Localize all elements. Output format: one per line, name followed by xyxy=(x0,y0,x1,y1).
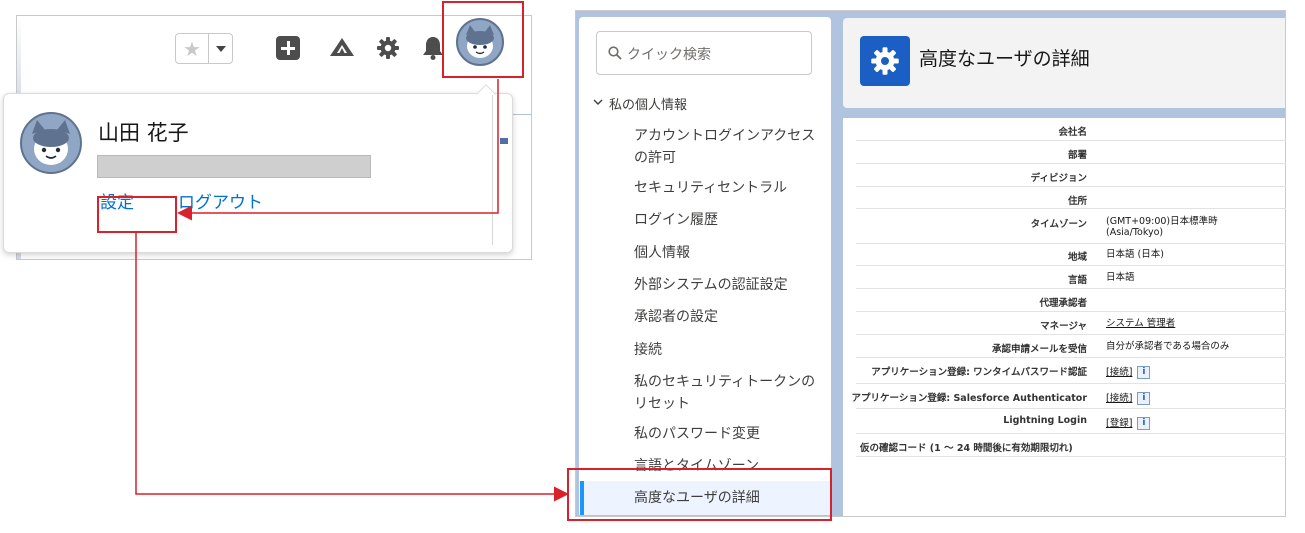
user-name: 山田 花子 xyxy=(98,121,189,145)
trailhead-button[interactable] xyxy=(328,34,356,62)
sidebar-item-external-auth[interactable]: 外部システムの認証設定 xyxy=(634,274,824,296)
connect-authenticator-link[interactable]: [接続] xyxy=(1106,393,1132,404)
label-timezone: タイムゾーン xyxy=(1030,219,1087,230)
card-scrollbar[interactable] xyxy=(492,95,510,245)
value-app-authenticator: [接続] i xyxy=(1106,392,1151,405)
advanced-details-highlight-frame xyxy=(567,468,832,521)
label-manager: マネージャ xyxy=(1040,321,1087,332)
label-delegated-approver: 代理承認者 xyxy=(1039,298,1087,309)
search-placeholder: クイック検索 xyxy=(627,47,711,63)
page-title: 高度なユーザの詳細 xyxy=(919,48,1090,70)
sidebar-item-login-access[interactable]: アカウントログインアクセスの許可 xyxy=(634,125,824,169)
chevron-down-icon[interactable] xyxy=(592,96,604,108)
value-timezone-id: (Asia/Tokyo) xyxy=(1106,227,1164,238)
value-approval-email: 自分が承認者である場合のみ xyxy=(1106,341,1230,352)
plus-icon xyxy=(276,36,300,60)
search-icon xyxy=(608,46,622,60)
manager-link[interactable]: システム 管理者 xyxy=(1106,318,1175,329)
redacted-email xyxy=(97,155,371,178)
label-department: 部署 xyxy=(1067,150,1087,161)
favorites-button-group[interactable]: ★ xyxy=(175,33,233,64)
trailhead-icon xyxy=(330,38,354,56)
value-lightning-login: [登録] i xyxy=(1106,417,1151,430)
label-app-authenticator: アプリケーション登録: Salesforce Authenticator xyxy=(851,393,1087,404)
info-icon[interactable]: i xyxy=(1137,366,1151,379)
avatar-highlight-frame xyxy=(442,1,524,78)
profile-avatar-icon xyxy=(20,112,82,174)
chevron-down-icon xyxy=(215,45,226,52)
label-app-otp: アプリケーション登録: ワンタイムパスワード認証 xyxy=(871,367,1087,378)
sidebar-item-approver-settings[interactable]: 承認者の設定 xyxy=(634,306,824,328)
label-temp-verification-code: 仮の確認コード (1 ～ 24 時間後に有効期限切れ) xyxy=(860,443,1073,454)
sidebar-item-personal-info[interactable]: 個人情報 xyxy=(634,242,824,264)
card-scrollbar-thumb[interactable] xyxy=(500,138,508,144)
global-actions-button[interactable] xyxy=(274,34,302,62)
setup-button[interactable] xyxy=(374,34,402,62)
label-division: ディビジョン xyxy=(1030,173,1087,184)
info-icon[interactable]: i xyxy=(1137,392,1151,405)
value-timezone: (GMT+09:00)日本標準時 xyxy=(1106,216,1218,227)
info-icon[interactable]: i xyxy=(1137,417,1151,430)
sidebar-item-connections[interactable]: 接続 xyxy=(634,339,824,361)
sidebar-item-change-password[interactable]: 私のパスワード変更 xyxy=(634,423,824,445)
value-manager: システム 管理者 xyxy=(1106,318,1175,329)
favorites-dropdown-button[interactable] xyxy=(209,34,232,63)
gear-icon xyxy=(871,47,899,75)
enroll-lightning-login-link[interactable]: [登録] xyxy=(1106,418,1132,429)
value-app-otp: [接続] i xyxy=(1106,366,1151,379)
value-locale: 日本語 (日本) xyxy=(1106,249,1164,260)
label-language: 言語 xyxy=(1067,275,1087,286)
page-icon xyxy=(860,36,910,86)
gear-icon xyxy=(377,37,399,59)
logout-link[interactable]: ログアウト xyxy=(178,188,263,213)
label-approval-email: 承認申請メールを受信 xyxy=(991,344,1087,355)
value-language: 日本語 xyxy=(1106,272,1135,283)
settings-highlight-frame xyxy=(97,196,177,233)
section-my-personal-info[interactable]: 私の個人情報 xyxy=(609,94,687,113)
sidebar-item-login-history[interactable]: ログイン履歴 xyxy=(634,209,824,231)
label-address: 住所 xyxy=(1067,196,1087,207)
label-locale: 地域 xyxy=(1067,252,1087,263)
label-company: 会社名 xyxy=(1058,127,1087,138)
sidebar-item-security-central[interactable]: セキュリティセントラル xyxy=(634,177,824,199)
favorites-star-icon[interactable]: ★ xyxy=(176,34,209,63)
label-lightning-login: Lightning Login xyxy=(1003,415,1087,426)
sidebar-item-reset-token[interactable]: 私のセキュリティトークンのリセット xyxy=(634,371,824,415)
connect-otp-link[interactable]: [接続] xyxy=(1106,367,1132,378)
